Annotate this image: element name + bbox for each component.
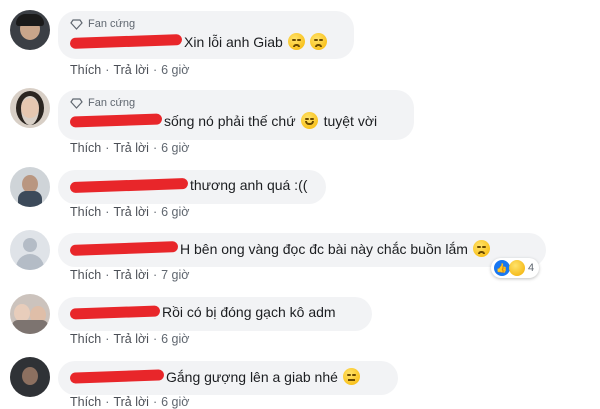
separator: · xyxy=(105,63,110,77)
comment-bubble: thương anh quá :(( xyxy=(58,170,326,204)
separator: · xyxy=(105,268,110,282)
comment-bubble: Fan cứng Xin lỗi anh Giab xyxy=(58,11,354,59)
reply-link[interactable]: Trả lời xyxy=(113,141,149,155)
comment-actions: Thích · Trả lời · 6 giờ xyxy=(70,332,189,346)
reply-link[interactable]: Trả lời xyxy=(113,332,149,346)
redacted-name xyxy=(69,34,183,49)
reply-link[interactable]: Trả lời xyxy=(113,205,149,219)
separator: · xyxy=(152,205,158,219)
comment-actions: Thích · Trả lời · 6 giờ xyxy=(70,63,189,77)
like-link[interactable]: Thích xyxy=(70,205,101,219)
pensive-face-icon xyxy=(309,33,327,50)
comment-text: sống nó phải thế chứ xyxy=(164,112,296,129)
comment-actions: Thích · Trả lời · 7 giờ xyxy=(70,268,189,282)
redacted-name xyxy=(69,177,189,193)
badge-label: Fan cứng xyxy=(88,97,136,109)
pensive-face-icon xyxy=(287,33,305,50)
pensive-face-icon xyxy=(472,240,490,257)
like-link[interactable]: Thích xyxy=(70,395,101,409)
reply-link[interactable]: Trả lời xyxy=(113,63,149,77)
redacted-name xyxy=(69,304,161,320)
diamond-icon xyxy=(70,97,83,109)
sad-reaction-icon xyxy=(509,260,525,276)
like-reaction-icon: 👍 xyxy=(494,260,510,276)
avatar[interactable] xyxy=(10,88,50,128)
avatar[interactable] xyxy=(10,294,50,334)
comment-text: H bên ong vàng đọc đc bài này chắc buồn … xyxy=(180,240,468,257)
separator: · xyxy=(152,141,158,155)
reply-link[interactable]: Trả lời xyxy=(113,395,149,409)
comment-bubble: H bên ong vàng đọc đc bài này chắc buồn … xyxy=(58,233,546,267)
top-fan-badge: Fan cứng xyxy=(70,97,402,109)
comment-bubble: Fan cứng sống nó phải thế chứ tuyệt vời xyxy=(58,90,414,140)
redacted-name xyxy=(69,241,179,256)
reply-link[interactable]: Trả lời xyxy=(113,268,149,282)
separator: · xyxy=(152,395,158,409)
timestamp[interactable]: 6 giờ xyxy=(161,141,189,155)
timestamp[interactable]: 7 giờ xyxy=(161,268,189,282)
comment-text-tail: tuyệt vời xyxy=(323,112,378,129)
separator: · xyxy=(105,205,110,219)
separator: · xyxy=(152,268,158,282)
separator: · xyxy=(105,332,110,346)
comment-actions: Thích · Trả lời · 6 giờ xyxy=(70,395,189,409)
redacted-name xyxy=(69,113,163,128)
like-link[interactable]: Thích xyxy=(70,268,101,282)
worried-face-icon xyxy=(342,368,360,385)
comment-bubble: Rồi có bị đóng gạch kô adm xyxy=(58,297,372,331)
timestamp[interactable]: 6 giờ xyxy=(161,63,189,77)
comment-bubble: Gắng gượng lên a giab nhé xyxy=(58,361,398,395)
reaction-summary[interactable]: 👍 4 xyxy=(491,258,540,278)
separator: · xyxy=(105,395,110,409)
comment-actions: Thích · Trả lời · 6 giờ xyxy=(70,205,189,219)
comment-text: Gắng gượng lên a giab nhé xyxy=(166,368,338,385)
separator: · xyxy=(152,63,158,77)
avatar[interactable] xyxy=(10,357,50,397)
avatar[interactable] xyxy=(10,10,50,50)
timestamp[interactable]: 6 giờ xyxy=(161,395,189,409)
timestamp[interactable]: 6 giờ xyxy=(161,205,189,219)
timestamp[interactable]: 6 giờ xyxy=(161,332,189,346)
like-link[interactable]: Thích xyxy=(70,332,101,346)
badge-label: Fan cứng xyxy=(88,18,136,30)
redacted-name xyxy=(69,369,165,384)
avatar[interactable] xyxy=(10,230,50,270)
separator: · xyxy=(105,141,110,155)
smiling-face-icon xyxy=(300,112,318,129)
like-link[interactable]: Thích xyxy=(70,63,101,77)
separator: · xyxy=(152,332,158,346)
diamond-icon xyxy=(70,18,83,30)
avatar[interactable] xyxy=(10,167,50,207)
top-fan-badge: Fan cứng xyxy=(70,18,342,30)
like-link[interactable]: Thích xyxy=(70,141,101,155)
comment-text: thương anh quá :(( xyxy=(190,177,308,193)
comment-text: Xin lỗi anh Giab xyxy=(184,33,283,50)
comment-text: Rồi có bị đóng gạch kô adm xyxy=(162,304,336,320)
comment-actions: Thích · Trả lời · 6 giờ xyxy=(70,141,189,155)
reaction-count: 4 xyxy=(528,262,535,274)
